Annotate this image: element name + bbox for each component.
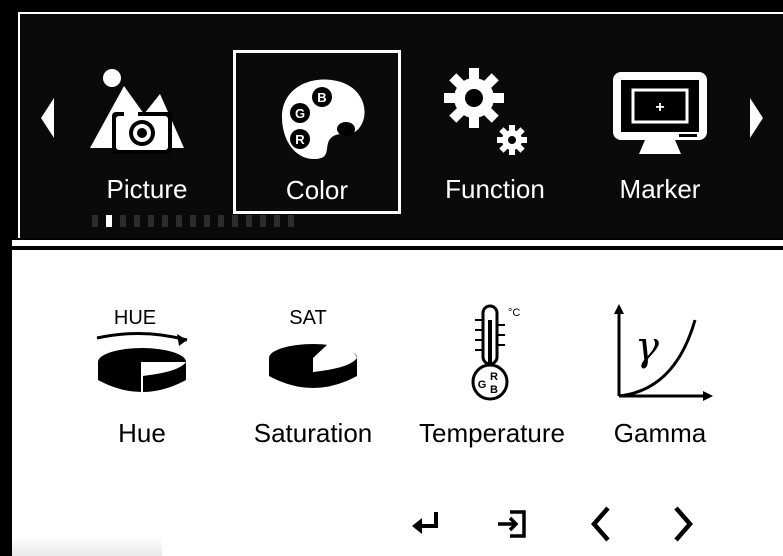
left-border	[0, 0, 12, 556]
page-dot	[274, 215, 280, 227]
exit-icon	[498, 510, 526, 538]
color-palette-icon: G B R	[242, 67, 392, 167]
enter-button[interactable]	[404, 500, 450, 546]
category-next-arrow[interactable]	[746, 96, 766, 140]
svg-text:HUE: HUE	[114, 307, 156, 329]
svg-text:R: R	[490, 371, 498, 383]
exit-button[interactable]	[490, 500, 536, 546]
saturation-icon: SAT	[258, 300, 368, 410]
submenu-gamma[interactable]: γ Gamma	[600, 300, 720, 450]
svg-text:B: B	[317, 90, 326, 105]
previous-button[interactable]	[580, 500, 626, 546]
page-dot-active	[106, 215, 112, 227]
thermometer-icon: °C G R B	[437, 300, 547, 410]
submenu-label: Hue	[118, 418, 166, 448]
page-indicator	[92, 214, 312, 228]
page-dot	[246, 215, 252, 227]
category-function[interactable]: Function	[420, 58, 570, 208]
submenu-label: Saturation	[253, 418, 373, 448]
chevron-left-icon	[591, 506, 610, 542]
svg-text:G: G	[478, 379, 487, 391]
gamma-curve-icon: γ	[605, 300, 715, 410]
category-color[interactable]: G B R Color	[233, 50, 401, 214]
svg-text:+: +	[655, 99, 664, 116]
category-label: Function	[445, 174, 545, 204]
page-dot	[288, 215, 294, 227]
enter-icon	[412, 512, 438, 534]
page-dot	[92, 215, 98, 227]
page-dot	[120, 215, 126, 227]
submenu-label: Gamma	[613, 418, 707, 448]
page-dot	[176, 215, 182, 227]
hue-icon: HUE	[87, 300, 197, 410]
triangle-right-icon	[750, 98, 763, 138]
gears-icon	[420, 64, 570, 164]
triangle-left-icon	[41, 98, 54, 138]
svg-text:B: B	[490, 384, 498, 396]
svg-text:γ: γ	[635, 324, 659, 370]
svg-text:°C: °C	[508, 307, 520, 319]
svg-text:SAT: SAT	[289, 307, 326, 329]
page-dot	[148, 215, 154, 227]
submenu-temperature[interactable]: °C G R B Temperature	[410, 300, 574, 450]
panel-divider-dark	[12, 246, 783, 250]
page-dot	[260, 215, 266, 227]
page-dot	[162, 215, 168, 227]
submenu-hue[interactable]: HUE Hue	[72, 300, 212, 450]
page-dot	[134, 215, 140, 227]
page-dot	[218, 215, 224, 227]
next-button[interactable]	[660, 500, 706, 546]
category-label: Picture	[106, 174, 188, 204]
chevron-right-icon	[674, 506, 693, 542]
category-marker[interactable]: + Marker	[585, 58, 735, 208]
category-prev-arrow[interactable]	[38, 96, 58, 140]
submenu-label: Temperature	[419, 418, 565, 448]
category-label: Color	[285, 175, 349, 205]
osd-menu: Picture G B R Color Function + Marker HU…	[0, 0, 783, 556]
svg-text:G: G	[295, 106, 305, 121]
page-dot	[190, 215, 196, 227]
page-dot	[204, 215, 210, 227]
corner-shadow	[12, 536, 162, 556]
category-picture[interactable]: Picture	[72, 58, 222, 208]
svg-text:R: R	[295, 132, 305, 147]
page-dot	[232, 215, 238, 227]
picture-icon	[72, 64, 222, 164]
category-label: Marker	[619, 174, 701, 204]
submenu-saturation[interactable]: SAT Saturation	[244, 300, 382, 450]
monitor-marker-icon: +	[585, 64, 735, 164]
